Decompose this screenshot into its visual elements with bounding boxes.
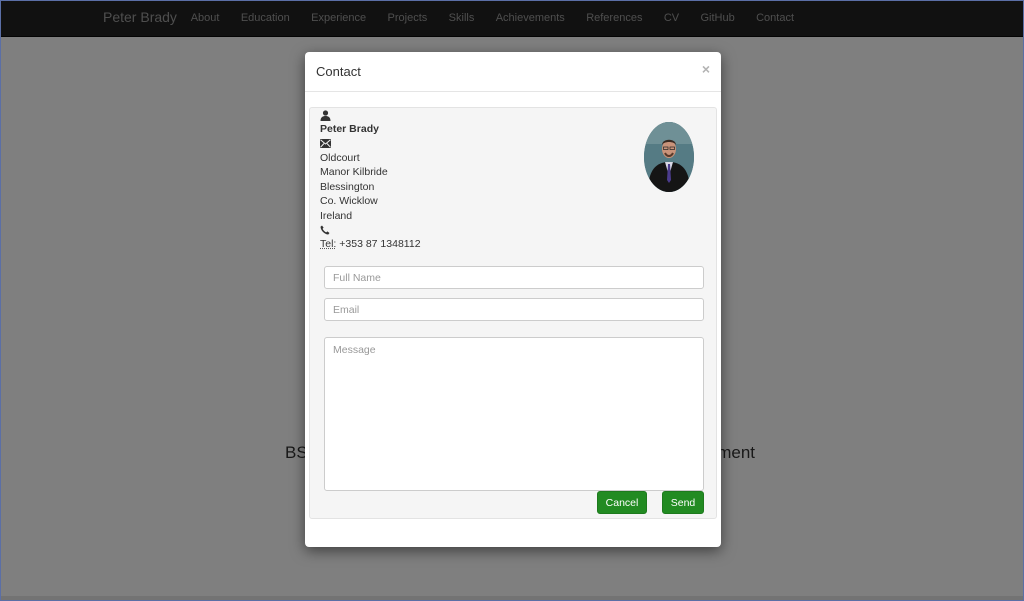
address-line: Ireland [320,209,353,222]
contact-well: Peter Brady Oldcourt Manor Kilbride Bles… [309,107,717,519]
envelope-icon [320,137,570,151]
address-line: Manor Kilbride [320,166,388,178]
email-input[interactable] [324,298,704,321]
avatar [644,122,694,192]
modal-title: Contact [316,64,361,79]
send-button[interactable]: Send [662,491,704,514]
address-line: Blessington [320,180,375,193]
full-name-input[interactable] [324,266,704,289]
cancel-button[interactable]: Cancel [597,491,647,514]
contact-info: Peter Brady Oldcourt Manor Kilbride Bles… [320,108,570,252]
contact-modal: Contact × Peter Brady Oldcourt Manor Kil… [305,52,721,547]
address-line: Oldcourt [320,151,360,164]
contact-name: Peter Brady [320,123,379,135]
phone-icon [320,223,570,237]
modal-header: Contact × [305,52,721,92]
message-textarea[interactable] [324,337,704,491]
tel-label: Tel: [320,238,337,250]
phone-number[interactable]: +353 87 1348112 [339,238,420,250]
address-line: Co. Wicklow [320,195,378,207]
close-icon[interactable]: × [702,61,710,77]
user-icon [320,108,570,122]
phone-line: Tel: +353 87 1348112 [320,237,570,252]
